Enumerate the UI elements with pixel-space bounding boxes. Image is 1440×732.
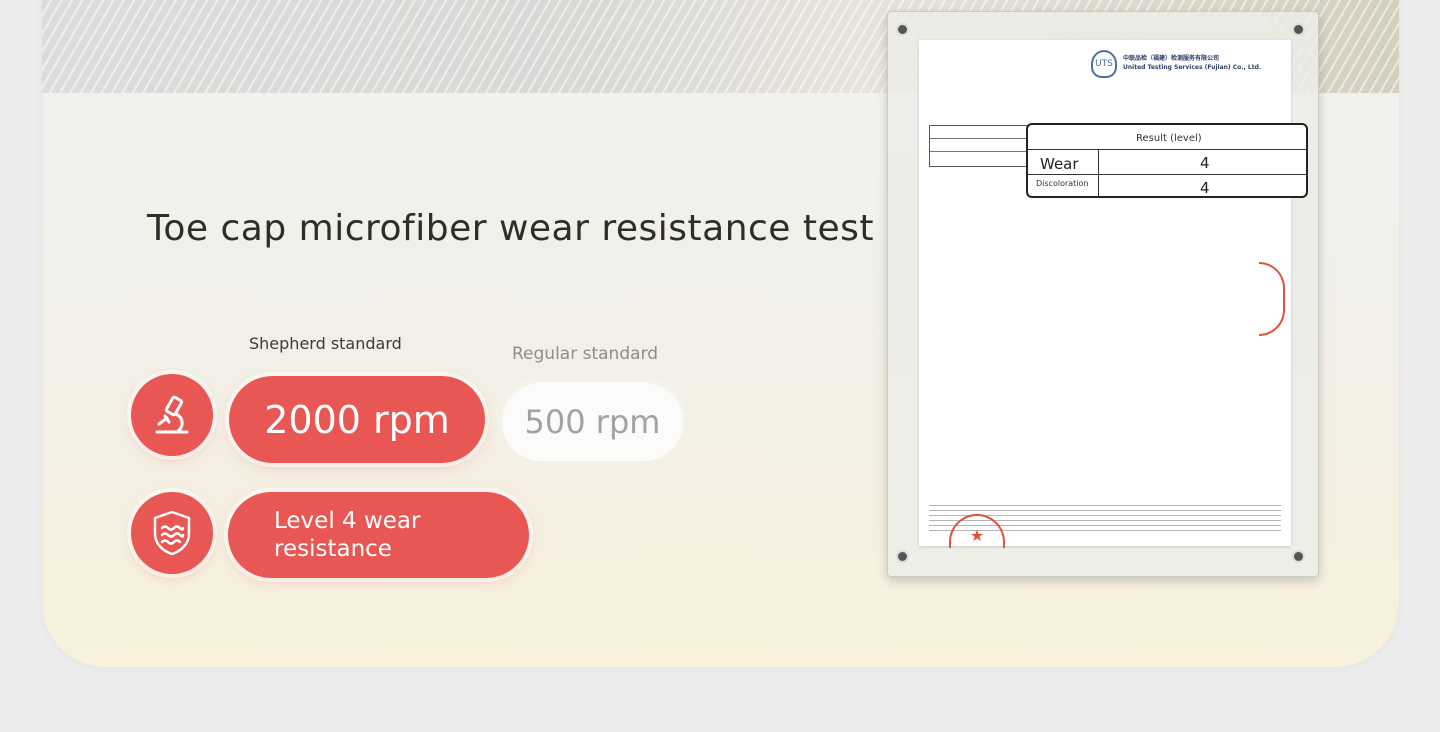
shepherd-standard-label: Shepherd standard: [249, 334, 402, 353]
company-logo: UTS: [1091, 50, 1117, 78]
discoloration-row-value: 4: [1200, 179, 1210, 197]
shepherd-value-pill: 2000 rpm: [229, 376, 485, 463]
screw-icon: [896, 550, 909, 563]
regular-standard-label: Regular standard: [512, 344, 659, 364]
report-table: [929, 125, 1031, 167]
screw-icon: [1292, 550, 1305, 563]
shield-wave-icon: [131, 492, 213, 574]
result-callout-table: Result (level) Wear 4 Discoloration 4: [1026, 123, 1308, 198]
wear-row-value: 4: [1200, 154, 1210, 172]
screw-icon: [896, 23, 909, 36]
microscope-icon: [131, 374, 213, 456]
wear-row-label: Wear: [1040, 155, 1079, 173]
certificate-frame: UTS 中联品检（福建）检测服务有限公司 United Testing Serv…: [887, 11, 1319, 577]
company-name: 中联品检（福建）检测服务有限公司 United Testing Services…: [1123, 55, 1262, 71]
wear-level-text: Level 4 wear resistance: [274, 508, 421, 562]
regular-value-pill: 500 rpm: [502, 383, 683, 461]
discoloration-row-label: Discoloration: [1036, 179, 1089, 188]
screw-icon: [1292, 23, 1305, 36]
page-title: Toe cap microfiber wear resistance test: [147, 208, 875, 249]
result-header: Result (level): [1136, 133, 1202, 144]
wear-level-pill: Level 4 wear resistance: [228, 492, 529, 578]
test-report-document: UTS 中联品检（福建）检测服务有限公司 United Testing Serv…: [919, 40, 1291, 548]
red-seal-stamp: [1259, 262, 1285, 336]
